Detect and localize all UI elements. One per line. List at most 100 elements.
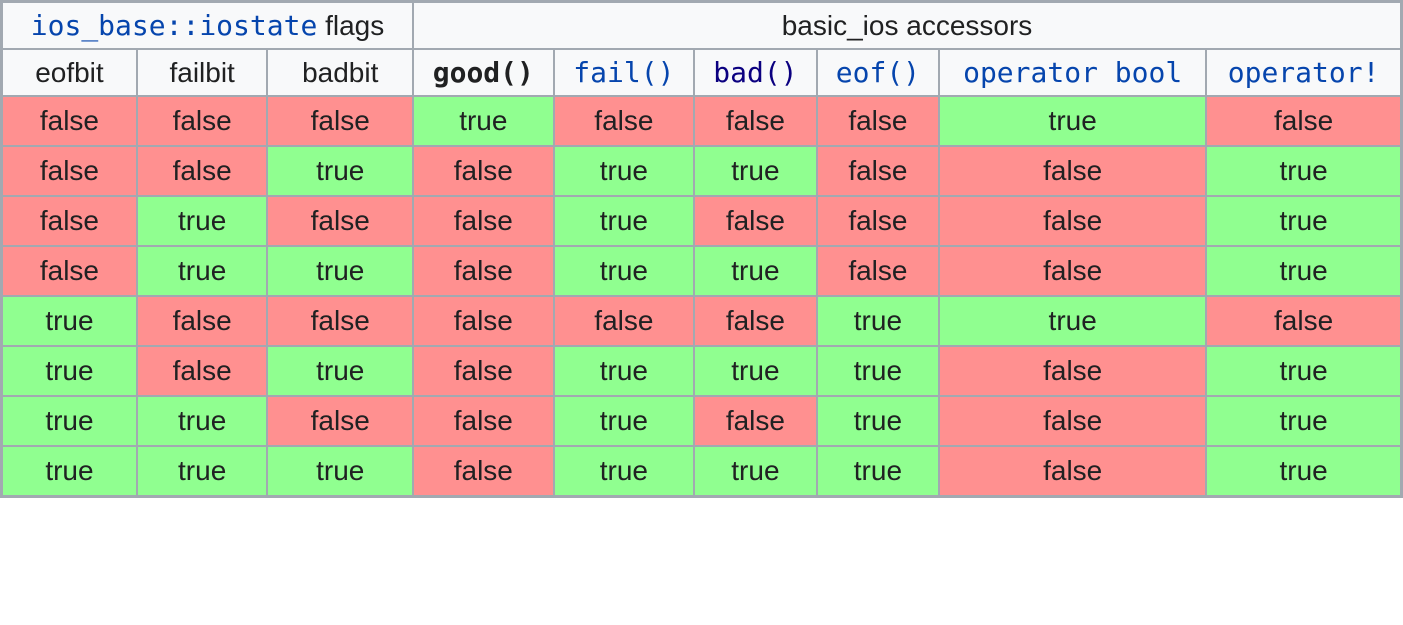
cell-good: false — [413, 246, 554, 296]
cell-failbit: false — [137, 146, 268, 196]
iostate-flags-header-text: flags — [317, 10, 384, 41]
col-badbit: badbit — [267, 49, 413, 96]
cell-op-bool: false — [939, 396, 1206, 446]
cell-op-bool: true — [939, 296, 1206, 346]
cell-op-not: true — [1206, 396, 1401, 446]
cell-op-not: true — [1206, 246, 1401, 296]
iostate-flags-header: ios_base::iostate flags — [2, 2, 413, 49]
cell-eofbit: true — [2, 346, 137, 396]
cell-good: false — [413, 346, 554, 396]
cell-eofbit: false — [2, 196, 137, 246]
table-row: falsetruefalsefalsetruefalsefalsefalsetr… — [2, 196, 1401, 246]
table-row: truetruetruefalsetruetruetruefalsetrue — [2, 446, 1401, 496]
cell-op-bool: true — [939, 96, 1206, 146]
cell-bad: true — [694, 246, 817, 296]
cell-good: false — [413, 296, 554, 346]
cell-eofbit: true — [2, 296, 137, 346]
col-op-bool[interactable]: operator bool — [939, 49, 1206, 96]
cell-failbit: false — [137, 346, 268, 396]
cell-good: false — [413, 396, 554, 446]
col-failbit-label: failbit — [169, 57, 234, 88]
cell-op-not: true — [1206, 446, 1401, 496]
cell-badbit: true — [267, 246, 413, 296]
cell-op-bool: false — [939, 146, 1206, 196]
header-columns-row: eofbit failbit badbit good() fail() bad() eof(… — [2, 49, 1401, 96]
cell-op-bool: false — [939, 346, 1206, 396]
cell-eofbit: false — [2, 246, 137, 296]
cell-good: true — [413, 96, 554, 146]
cell-failbit: true — [137, 396, 268, 446]
table-row: truefalsefalsefalsefalsefalsetruetruefal… — [2, 296, 1401, 346]
col-bad[interactable]: bad() — [694, 49, 817, 96]
table-row: falsefalsefalsetruefalsefalsefalsetruefa… — [2, 96, 1401, 146]
cell-eofbit: true — [2, 396, 137, 446]
col-op-not[interactable]: operator! — [1206, 49, 1401, 96]
cell-failbit: false — [137, 296, 268, 346]
cell-eofbit: true — [2, 446, 137, 496]
cell-good: false — [413, 446, 554, 496]
cell-fail: true — [554, 396, 695, 446]
col-good: good() — [413, 49, 554, 96]
header-group-row: ios_base::iostate flags basic_ios accesso… — [2, 2, 1401, 49]
cell-fail: false — [554, 296, 695, 346]
cell-badbit: false — [267, 296, 413, 346]
cell-fail: true — [554, 246, 695, 296]
iostate-accessors-table: ios_base::iostate flags basic_ios accesso… — [0, 0, 1403, 498]
table-row: truefalsetruefalsetruetruetruefalsetrue — [2, 346, 1401, 396]
cell-op-bool: false — [939, 446, 1206, 496]
table-row: falsefalsetruefalsetruetruefalsefalsetru… — [2, 146, 1401, 196]
cell-failbit: true — [137, 246, 268, 296]
cell-op-bool: false — [939, 196, 1206, 246]
cell-badbit: false — [267, 396, 413, 446]
cell-eof: false — [817, 96, 940, 146]
table-body: falsefalsefalsetruefalsefalsefalsetruefa… — [2, 96, 1401, 496]
cell-fail: true — [554, 346, 695, 396]
cell-fail: true — [554, 446, 695, 496]
table-row: falsetruetruefalsetruetruefalsefalsetrue — [2, 246, 1401, 296]
col-badbit-label: badbit — [302, 57, 378, 88]
cell-bad: false — [694, 396, 817, 446]
cell-eof: true — [817, 396, 940, 446]
cell-good: false — [413, 146, 554, 196]
cell-badbit: true — [267, 146, 413, 196]
col-op-bool-label[interactable]: operator bool — [963, 56, 1182, 89]
cell-op-not: true — [1206, 196, 1401, 246]
col-eof[interactable]: eof() — [817, 49, 940, 96]
cell-eofbit: false — [2, 96, 137, 146]
cell-op-not: true — [1206, 146, 1401, 196]
table-row: truetruefalsefalsetruefalsetruefalsetrue — [2, 396, 1401, 446]
col-op-not-label[interactable]: operator! — [1228, 56, 1380, 89]
col-eof-label[interactable]: eof() — [836, 56, 920, 89]
cell-good: false — [413, 196, 554, 246]
col-bad-label[interactable]: bad() — [713, 56, 797, 89]
cell-eof: true — [817, 296, 940, 346]
cell-bad: true — [694, 346, 817, 396]
cell-badbit: true — [267, 346, 413, 396]
cell-bad: false — [694, 296, 817, 346]
cell-op-not: false — [1206, 96, 1401, 146]
cell-bad: true — [694, 446, 817, 496]
col-eofbit-label: eofbit — [35, 57, 104, 88]
cell-fail: true — [554, 196, 695, 246]
cell-bad: false — [694, 96, 817, 146]
iostate-flags-header-text[interactable]: ios_base::iostate — [31, 9, 318, 42]
col-fail-label[interactable]: fail() — [573, 56, 674, 89]
cell-badbit: false — [267, 96, 413, 146]
basic-ios-accessors-header-text: basic_ios — [782, 10, 899, 41]
cell-op-not: true — [1206, 346, 1401, 396]
cell-fail: false — [554, 96, 695, 146]
cell-eof: true — [817, 346, 940, 396]
cell-eof: false — [817, 246, 940, 296]
cell-op-not: false — [1206, 296, 1401, 346]
cell-eof: false — [817, 146, 940, 196]
cell-badbit: false — [267, 196, 413, 246]
cell-bad: true — [694, 146, 817, 196]
cell-eof: false — [817, 196, 940, 246]
cell-failbit: false — [137, 96, 268, 146]
col-eofbit: eofbit — [2, 49, 137, 96]
cell-bad: false — [694, 196, 817, 246]
col-fail[interactable]: fail() — [554, 49, 695, 96]
cell-op-bool: false — [939, 246, 1206, 296]
cell-badbit: true — [267, 446, 413, 496]
basic-ios-accessors-header-text: accessors — [898, 10, 1032, 41]
